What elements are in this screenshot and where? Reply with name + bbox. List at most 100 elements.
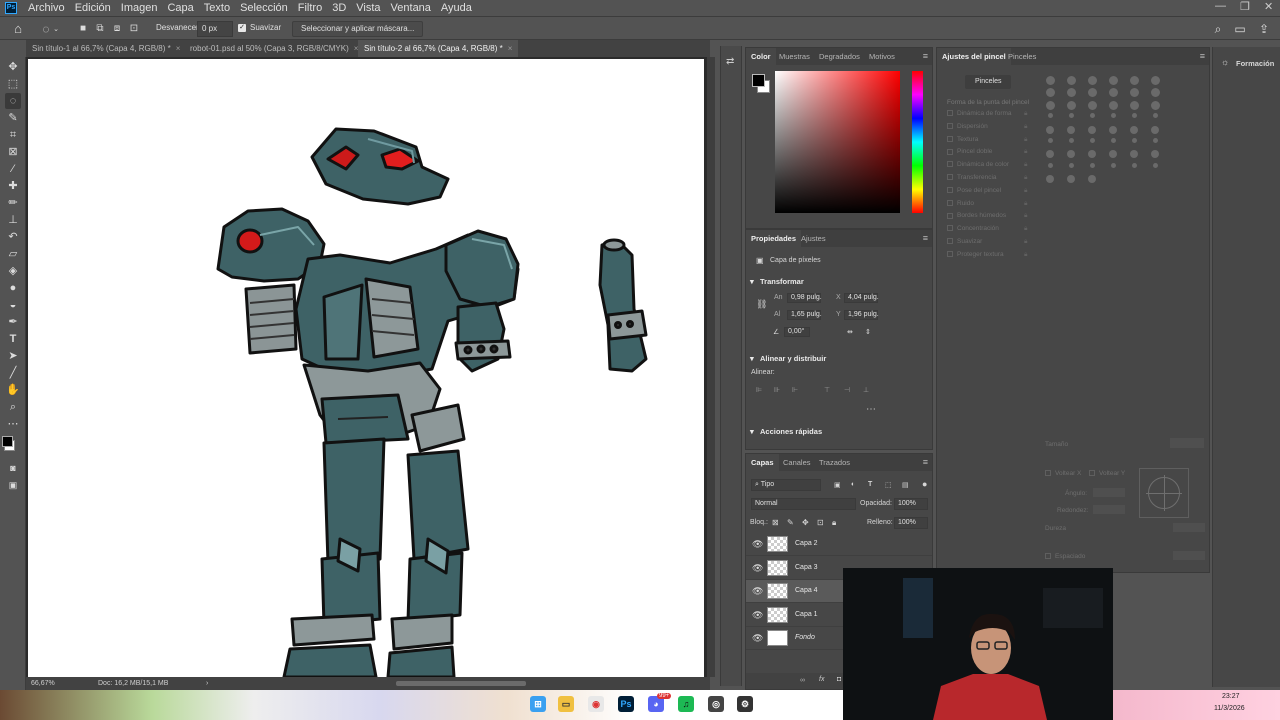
lock-icon[interactable]: 🔒︎ bbox=[1024, 174, 1027, 182]
start-icon[interactable]: ⊞ bbox=[530, 696, 546, 712]
layer-row[interactable]: 👁︎ Capa 2 bbox=[746, 533, 932, 556]
lock-icon[interactable]: 🔒︎ bbox=[1024, 187, 1027, 195]
lock-icon[interactable]: 🔒︎ bbox=[1024, 148, 1027, 156]
tab-properties[interactable]: Propiedades bbox=[746, 230, 802, 247]
visibility-eye-icon[interactable]: 👁︎ bbox=[752, 563, 763, 574]
lock-icon[interactable]: 🔒︎ bbox=[1024, 251, 1027, 259]
brush-option[interactable]: Textura bbox=[947, 136, 978, 143]
tab-close-icon[interactable]: × bbox=[176, 44, 181, 53]
vertical-scrollbar[interactable] bbox=[707, 57, 715, 677]
brush-tip-preset[interactable] bbox=[1046, 125, 1054, 134]
brush-tip-preset[interactable] bbox=[1089, 138, 1095, 143]
filter-type-icon[interactable]: T bbox=[868, 481, 872, 488]
eyedropper-tool-icon[interactable]: ⁄ bbox=[5, 161, 21, 177]
color-field[interactable] bbox=[775, 71, 900, 213]
photoshop-taskbar-icon[interactable]: Ps bbox=[618, 696, 634, 712]
panel-menu-icon[interactable]: ≡ bbox=[923, 233, 928, 243]
tab-paths[interactable]: Trazados bbox=[814, 454, 855, 471]
healing-brush-tool-icon[interactable]: ✚ bbox=[5, 178, 21, 194]
lock-icon[interactable]: 🔒︎ bbox=[1024, 110, 1027, 118]
more-options-icon[interactable]: ⋯ bbox=[866, 404, 876, 415]
share-icon[interactable]: ⇪ bbox=[1256, 21, 1272, 37]
filter-shape-icon[interactable]: ⬚ bbox=[885, 481, 892, 489]
status-chevron-icon[interactable]: › bbox=[206, 677, 208, 690]
more-tools-icon[interactable]: ⋯ bbox=[5, 416, 21, 432]
brush-tip-preset[interactable] bbox=[1131, 113, 1137, 119]
align-bottom-icon[interactable]: ⊥ bbox=[863, 386, 869, 394]
align-section-chevron-icon[interactable]: ▾ bbox=[750, 354, 754, 363]
menu-item-capa[interactable]: Capa bbox=[162, 2, 198, 14]
brush-tip-preset[interactable] bbox=[1108, 76, 1118, 85]
brush-option[interactable]: Dispersión bbox=[947, 123, 988, 130]
menu-item-ventana[interactable]: Ventana bbox=[386, 2, 436, 14]
layer-name[interactable]: Capa 2 bbox=[795, 540, 818, 547]
brush-option-checkbox[interactable] bbox=[947, 251, 953, 258]
brush-tip-preset[interactable] bbox=[1129, 88, 1139, 98]
menu-item-texto[interactable]: Texto bbox=[199, 2, 235, 14]
link-icon[interactable]: ⛓ bbox=[756, 299, 767, 310]
brush-tip-preset[interactable] bbox=[1152, 138, 1158, 143]
tab-document-3[interactable]: Sin título-2 al 66,7% (Capa 4, RGB/8) * × bbox=[358, 40, 519, 57]
brush-tip-preset[interactable] bbox=[1089, 113, 1095, 119]
canvas[interactable] bbox=[28, 59, 704, 677]
brush-tip-preset[interactable] bbox=[1109, 125, 1117, 134]
link-layers-icon[interactable]: ∞ bbox=[800, 677, 805, 684]
brush-tip-preset[interactable] bbox=[1067, 150, 1075, 159]
tab-gradients[interactable]: Degradados bbox=[814, 48, 865, 65]
screen-mode-icon[interactable]: ▣ bbox=[5, 477, 21, 493]
layer-name[interactable]: Capa 1 bbox=[795, 611, 818, 618]
brush-option-checkbox[interactable] bbox=[947, 187, 953, 194]
panel-menu-icon[interactable]: ≡ bbox=[1200, 51, 1205, 61]
path-selection-tool-icon[interactable]: ➤ bbox=[5, 348, 21, 364]
brush-tip-preset[interactable] bbox=[1068, 113, 1074, 119]
brush-tip-preset[interactable] bbox=[1067, 125, 1075, 134]
brushes-button[interactable]: Pinceles bbox=[965, 75, 1012, 89]
tab-swatches[interactable]: Muestras bbox=[774, 48, 815, 65]
brush-angle-preview[interactable] bbox=[1139, 468, 1189, 518]
search-icon[interactable]: ⌕ bbox=[1210, 21, 1226, 37]
transform-section-chevron-icon[interactable]: ▾ bbox=[750, 277, 754, 286]
chrome-icon[interactable]: ◉ bbox=[588, 696, 604, 712]
eraser-tool-icon[interactable]: ▱ bbox=[5, 246, 21, 262]
align-right-icon[interactable]: ⊩ bbox=[792, 386, 798, 394]
lock-image-icon[interactable]: ✎ bbox=[787, 518, 794, 527]
brush-option[interactable]: Pincel doble bbox=[947, 148, 992, 155]
brush-tip-preset[interactable] bbox=[1068, 138, 1074, 143]
brush-tip-preset[interactable] bbox=[1066, 76, 1076, 85]
lock-all-icon[interactable]: 🔒︎ bbox=[832, 518, 836, 528]
brush-tip-preset[interactable] bbox=[1047, 138, 1053, 143]
antialias-checkbox[interactable]: ✓ bbox=[238, 24, 246, 32]
brush-tip-preset[interactable] bbox=[1131, 138, 1137, 143]
brush-tip-preset[interactable] bbox=[1151, 150, 1159, 159]
filter-toggle-icon[interactable]: ● bbox=[922, 479, 927, 489]
brush-tip-preset[interactable] bbox=[1130, 125, 1138, 134]
tab-adjustments[interactable]: Ajustes bbox=[796, 230, 831, 247]
brush-tip-preset[interactable] bbox=[1047, 162, 1053, 168]
visibility-eye-icon[interactable]: 👁︎ bbox=[752, 539, 763, 550]
brush-tip-preset[interactable] bbox=[1129, 100, 1139, 110]
tab-document-2[interactable]: robot-01.psd al 50% (Capa 3, RGB/8/CMYK)… bbox=[184, 40, 364, 57]
brush-tip-preset[interactable] bbox=[1110, 162, 1116, 168]
angle-field[interactable]: 0,00° bbox=[784, 327, 810, 337]
lock-icon[interactable]: 🔒︎ bbox=[1024, 225, 1027, 233]
hardness-field[interactable] bbox=[1173, 523, 1205, 532]
lock-position-icon[interactable]: ✥ bbox=[802, 518, 809, 527]
brush-angle-field[interactable] bbox=[1093, 488, 1125, 497]
home-icon[interactable]: ⌂ bbox=[10, 21, 26, 37]
layer-name[interactable]: Capa 4 bbox=[795, 587, 818, 594]
lock-icon[interactable]: 🔒︎ bbox=[1024, 238, 1027, 246]
brush-tip-preset[interactable] bbox=[1150, 88, 1160, 98]
dodge-tool-icon[interactable]: ◒ bbox=[5, 297, 21, 313]
visibility-eye-icon[interactable]: 👁︎ bbox=[752, 633, 763, 644]
width-field[interactable]: 0,98 pulg. bbox=[787, 293, 822, 303]
brush-tip-preset[interactable] bbox=[1108, 88, 1118, 98]
lock-transparent-icon[interactable]: ⊠ bbox=[772, 518, 779, 527]
tab-patterns[interactable]: Motivos bbox=[864, 48, 900, 65]
zoom-tool-icon[interactable]: ⌕ bbox=[5, 399, 21, 415]
brush-option[interactable]: Proteger textura bbox=[947, 251, 1004, 258]
brush-tip-preset[interactable] bbox=[1088, 175, 1096, 184]
brush-tip-preset[interactable] bbox=[1131, 162, 1137, 168]
brush-tip-preset[interactable] bbox=[1088, 150, 1096, 159]
new-selection-icon[interactable]: ■ bbox=[75, 21, 91, 37]
add-to-selection-icon[interactable]: ⧉ bbox=[92, 21, 108, 37]
